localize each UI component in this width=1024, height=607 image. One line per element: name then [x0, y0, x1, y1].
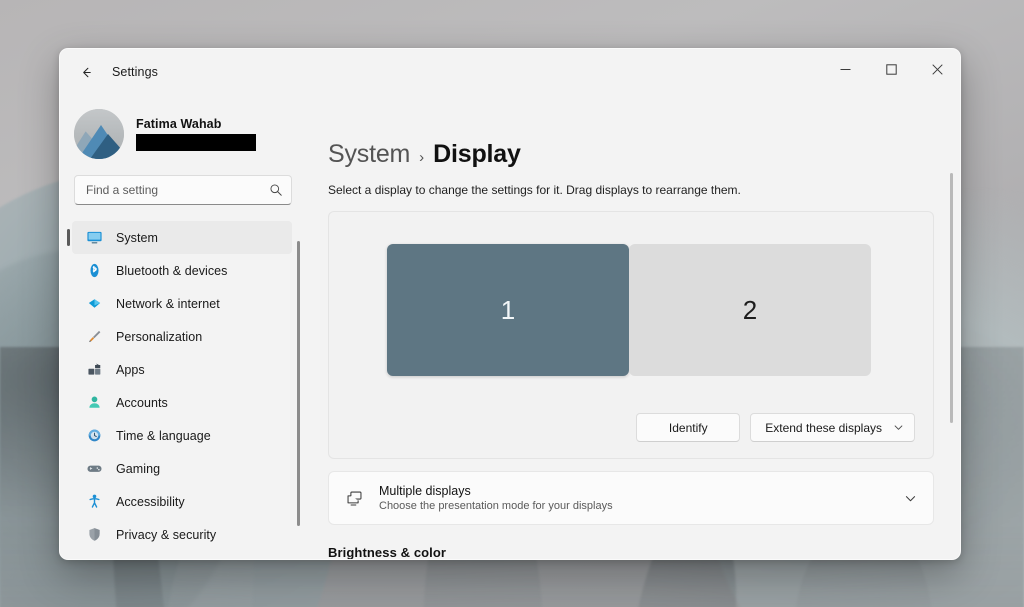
breadcrumb-separator-icon: › — [419, 149, 424, 166]
settings-window: Settings — [59, 48, 961, 560]
multiple-displays-title: Multiple displays — [379, 484, 904, 498]
back-button[interactable] — [70, 56, 102, 88]
sidebar-scrollbar-thumb[interactable] — [297, 241, 300, 526]
multiple-displays-subtitle: Choose the presentation mode for your di… — [379, 500, 904, 512]
sidebar-item-personalization[interactable]: Personalization — [72, 320, 292, 353]
avatar — [74, 109, 124, 159]
search-box[interactable] — [74, 175, 292, 205]
network-icon — [85, 295, 103, 313]
apps-icon — [85, 361, 103, 379]
maximize-icon — [886, 64, 897, 75]
multiple-displays-text: Multiple displays Choose the presentatio… — [379, 484, 904, 512]
sidebar-item-time-language[interactable]: Time & language — [72, 419, 292, 452]
arrangement-actions: Identify Extend these displays — [636, 413, 915, 442]
sidebar-nav: System Bluetooth & devices — [60, 221, 306, 559]
bluetooth-icon — [85, 262, 103, 280]
sidebar-item-apps[interactable]: Apps — [72, 353, 292, 386]
sidebar-item-label: Privacy & security — [116, 528, 216, 542]
content-scrollbar-thumb[interactable] — [950, 173, 953, 423]
page-title: Display — [433, 140, 521, 169]
sidebar-item-label: Apps — [116, 363, 145, 377]
sidebar-item-label: Bluetooth & devices — [116, 264, 227, 278]
window-title: Settings — [112, 65, 158, 79]
breadcrumb: System › Display — [328, 140, 934, 169]
close-button[interactable] — [914, 49, 960, 89]
maximize-button[interactable] — [868, 49, 914, 89]
profile-name: Fatima Wahab — [136, 117, 256, 131]
sidebar-scrollbar[interactable] — [297, 235, 300, 553]
identify-button-label: Identify — [669, 421, 708, 435]
sidebar-item-label: Time & language — [116, 429, 211, 443]
sidebar-item-system[interactable]: System — [72, 221, 292, 254]
sidebar-item-label: Accessibility — [116, 495, 185, 509]
user-profile[interactable]: Fatima Wahab — [60, 97, 306, 171]
search-input[interactable] — [86, 183, 269, 197]
display-2-number: 2 — [743, 295, 757, 326]
desktop-wallpaper: Settings — [0, 0, 1024, 607]
content-inner: System › Display Select a display to cha… — [328, 140, 960, 559]
sidebar-item-gaming[interactable]: Gaming — [72, 452, 292, 485]
monitor-icon — [85, 229, 103, 247]
display-mode-dropdown[interactable]: Extend these displays — [750, 413, 915, 442]
window-controls — [822, 49, 960, 95]
multiple-displays-icon — [343, 489, 365, 508]
sidebar-nav-list: System Bluetooth & devices — [60, 221, 292, 551]
identify-button[interactable]: Identify — [636, 413, 740, 442]
sidebar-item-network-internet[interactable]: Network & internet — [72, 287, 292, 320]
close-icon — [932, 64, 943, 75]
display-1-number: 1 — [501, 295, 515, 326]
sidebar: Fatima Wahab — [60, 95, 306, 559]
paintbrush-icon — [85, 328, 103, 346]
window-body: Fatima Wahab — [60, 95, 960, 559]
shield-icon — [85, 526, 103, 544]
minimize-button[interactable] — [822, 49, 868, 89]
multiple-displays-row[interactable]: Multiple displays Choose the presentatio… — [328, 471, 934, 525]
display-1[interactable]: 1 — [387, 244, 629, 376]
sidebar-item-label: Accounts — [116, 396, 168, 410]
profile-email-redaction — [136, 134, 256, 151]
main-content: System › Display Select a display to cha… — [306, 95, 960, 559]
gamepad-icon — [85, 460, 103, 478]
search-icon — [269, 183, 283, 197]
globe-clock-icon — [85, 427, 103, 445]
sidebar-item-bluetooth-devices[interactable]: Bluetooth & devices — [72, 254, 292, 287]
sidebar-item-accounts[interactable]: Accounts — [72, 386, 292, 419]
display-monitors: 1 2 — [387, 244, 871, 376]
section-heading-brightness-color: Brightness & color — [328, 545, 934, 559]
sidebar-item-label: Gaming — [116, 462, 160, 476]
profile-text: Fatima Wahab — [136, 117, 256, 151]
breadcrumb-root[interactable]: System — [328, 140, 410, 169]
page-subtitle: Select a display to change the settings … — [328, 183, 934, 197]
chevron-down-icon — [893, 422, 904, 433]
chevron-down-icon[interactable] — [904, 492, 917, 505]
display-arrangement-card: 1 2 Identify Extend these displays — [328, 211, 934, 459]
accessibility-icon — [85, 493, 103, 511]
display-2[interactable]: 2 — [629, 244, 871, 376]
back-arrow-icon — [79, 65, 94, 80]
sidebar-item-label: System — [116, 231, 158, 245]
sidebar-item-label: Network & internet — [116, 297, 220, 311]
content-scrollbar[interactable] — [950, 173, 953, 555]
sidebar-item-accessibility[interactable]: Accessibility — [72, 485, 292, 518]
display-mode-value: Extend these displays — [765, 421, 882, 435]
search-container — [60, 171, 306, 205]
sidebar-item-label: Personalization — [116, 330, 202, 344]
window-titlebar: Settings — [60, 49, 960, 95]
sidebar-item-privacy-security[interactable]: Privacy & security — [72, 518, 292, 551]
person-icon — [85, 394, 103, 412]
minimize-icon — [840, 64, 851, 75]
